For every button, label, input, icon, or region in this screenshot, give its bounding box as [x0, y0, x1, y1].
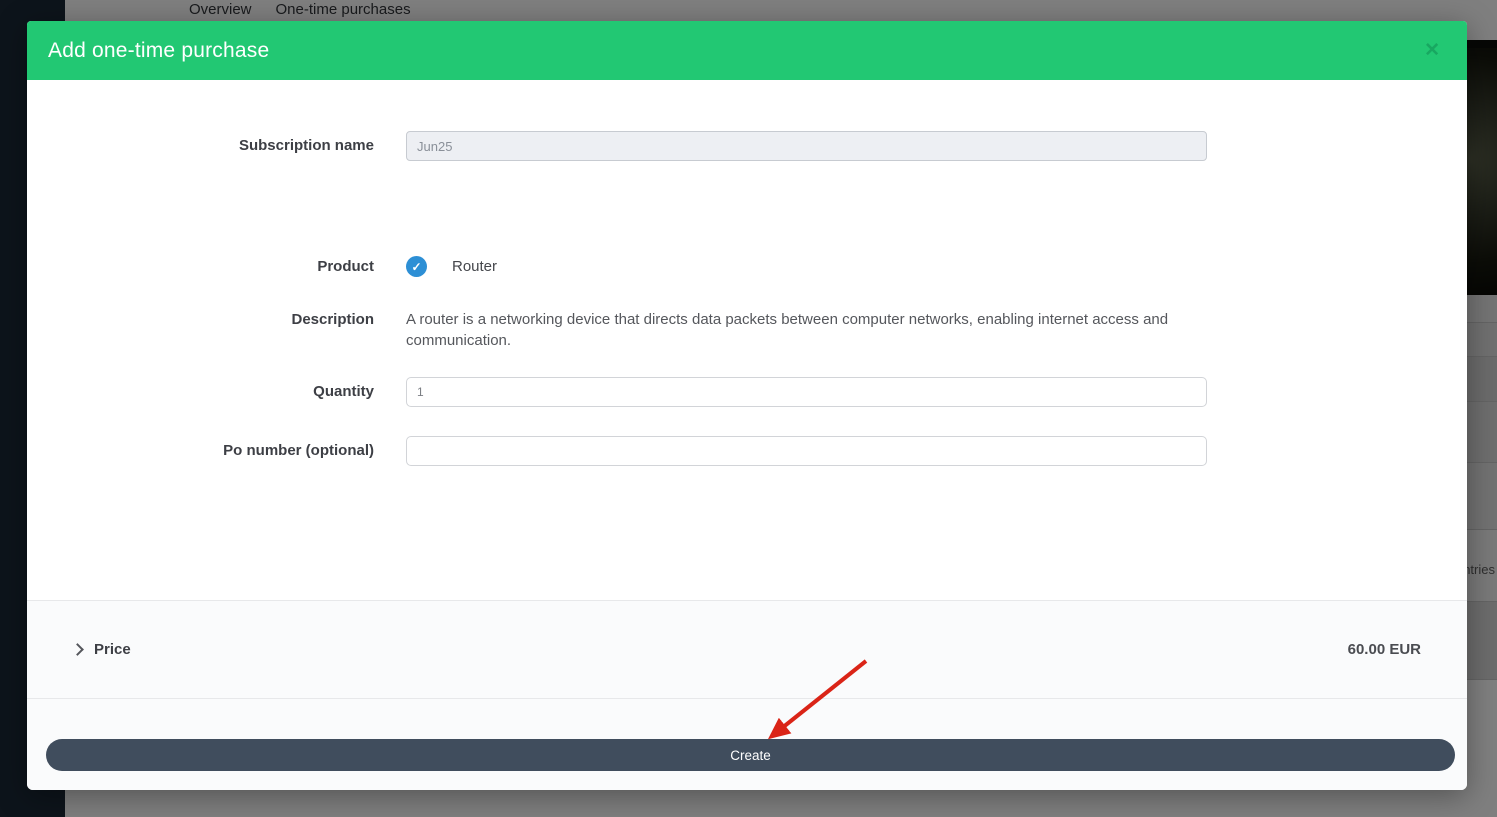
- quantity-input[interactable]: [406, 377, 1207, 407]
- description-text: A router is a networking device that dir…: [406, 309, 1186, 351]
- product-label: Product: [27, 256, 374, 277]
- price-label: Price: [94, 641, 131, 658]
- subscription-name-label: Subscription name: [27, 131, 374, 161]
- chevron-right-icon: [71, 643, 84, 656]
- subscription-name-input[interactable]: [406, 131, 1207, 161]
- page: Overview One-time purchases ntries Add o…: [0, 0, 1497, 817]
- subscription-name-row: Subscription name: [27, 131, 1467, 161]
- product-row: Product ✓ Router: [27, 256, 1467, 277]
- price-expander-row[interactable]: Price 60.00 EUR: [27, 600, 1467, 698]
- modal-footer: Create: [27, 698, 1467, 790]
- quantity-row: Quantity: [27, 377, 1467, 407]
- modal-body: Subscription name Product ✓ Router Descr…: [27, 80, 1467, 600]
- modal-header: Add one-time purchase ✕: [27, 21, 1467, 80]
- product-name: Router: [452, 256, 497, 277]
- add-one-time-purchase-modal: Add one-time purchase ✕ Subscription nam…: [27, 21, 1467, 790]
- quantity-label: Quantity: [27, 377, 374, 407]
- description-row: Description A router is a networking dev…: [27, 309, 1467, 351]
- price-amount: 60.00 EUR: [1348, 641, 1421, 658]
- close-icon[interactable]: ✕: [1424, 41, 1440, 60]
- product-selected-check-icon[interactable]: ✓: [406, 256, 427, 277]
- create-button[interactable]: Create: [46, 739, 1455, 771]
- po-number-row: Po number (optional): [27, 436, 1467, 466]
- modal-title: Add one-time purchase: [48, 39, 269, 63]
- description-label: Description: [27, 309, 374, 330]
- po-number-input[interactable]: [406, 436, 1207, 466]
- po-number-label: Po number (optional): [27, 436, 374, 466]
